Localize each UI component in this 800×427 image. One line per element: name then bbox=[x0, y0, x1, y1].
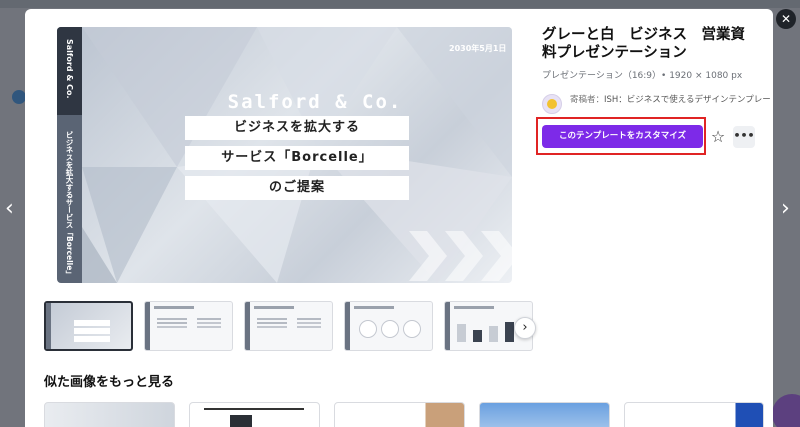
page-thumbnails bbox=[44, 301, 544, 353]
chevron-decoration bbox=[409, 231, 512, 281]
previous-template-icon[interactable]: ‹ bbox=[5, 198, 14, 220]
thumbnail-strip bbox=[345, 302, 350, 350]
template-title: グレーと白 ビジネス 営業資料プレゼンテーション bbox=[542, 27, 745, 61]
author-label: 寄稿者： bbox=[570, 95, 605, 105]
thumbnail-line bbox=[74, 328, 110, 334]
thumbnail-strip bbox=[46, 303, 51, 349]
thumbnail-header bbox=[154, 306, 194, 309]
thumbnail-text bbox=[197, 318, 221, 320]
thumbnail-line bbox=[74, 336, 110, 342]
thumbnail-bar bbox=[457, 324, 466, 342]
similar-template-card[interactable] bbox=[624, 402, 764, 427]
more-options-icon[interactable]: ••• bbox=[733, 126, 755, 148]
thumbnail-strip bbox=[445, 302, 450, 350]
thumbnail-text bbox=[157, 318, 187, 320]
thumbnail-circle bbox=[381, 320, 399, 338]
slide-date: 2030年5月1日 bbox=[449, 44, 507, 53]
thumbnail-bar bbox=[473, 330, 482, 342]
thumbnail-header bbox=[254, 306, 294, 309]
similar-card-block bbox=[230, 415, 252, 427]
star-icon[interactable]: ☆ bbox=[707, 126, 729, 148]
thumbnail-text bbox=[297, 318, 321, 320]
highlight-box bbox=[536, 117, 706, 155]
author-avatar[interactable] bbox=[542, 94, 562, 114]
similar-template-card[interactable] bbox=[479, 402, 610, 427]
author-row[interactable]: 寄稿者：ISH：ビジネスで使えるデザインテンプレート bbox=[542, 91, 773, 115]
thumbnail-page-1[interactable] bbox=[44, 301, 133, 351]
similar-section-title: 似た画像をもっと見る bbox=[44, 375, 175, 390]
similar-template-card[interactable] bbox=[334, 402, 465, 427]
thumbnail-circle bbox=[403, 320, 421, 338]
slide-vertical-subtitle: ビジネスを拡大するサービス「Borcelle」 bbox=[65, 131, 74, 278]
template-meta: プレゼンテーション（16:9）• 1920 × 1080 px bbox=[542, 71, 743, 81]
next-template-icon[interactable]: › bbox=[781, 198, 790, 220]
thumbnail-strip bbox=[245, 302, 250, 350]
thumbnail-header bbox=[354, 306, 394, 309]
thumbnail-strip bbox=[145, 302, 150, 350]
template-modal: Salford & Co. ビジネスを拡大するサービス「Borcelle」 20… bbox=[25, 9, 773, 427]
thumbnail-page-2[interactable] bbox=[144, 301, 233, 351]
thumbnail-line bbox=[74, 320, 110, 326]
thumbnail-bar bbox=[489, 326, 498, 342]
slide-title-line-2: サービス「Borcelle」 bbox=[185, 146, 409, 170]
thumbnail-page-3[interactable] bbox=[244, 301, 333, 351]
thumbnail-page-4[interactable] bbox=[344, 301, 433, 351]
slide-title-line-3: のご提案 bbox=[185, 176, 409, 200]
slide-preview: Salford & Co. ビジネスを拡大するサービス「Borcelle」 20… bbox=[57, 27, 512, 283]
slide-vertical-company: Salford & Co. bbox=[65, 39, 74, 99]
slide-title-line-1: ビジネスを拡大する bbox=[185, 116, 409, 140]
slide-company-name: Salford & Co. bbox=[227, 91, 403, 113]
slide-side-strip: Salford & Co. ビジネスを拡大するサービス「Borcelle」 bbox=[57, 27, 82, 283]
similar-template-card[interactable] bbox=[44, 402, 175, 427]
thumbnail-text bbox=[257, 318, 287, 320]
similar-card-rule bbox=[204, 408, 304, 410]
thumbnails-next-icon[interactable]: › bbox=[514, 317, 536, 339]
similar-template-card[interactable] bbox=[189, 402, 320, 427]
thumbnail-header bbox=[454, 306, 494, 309]
thumbnail-circle bbox=[359, 320, 377, 338]
close-icon[interactable]: ✕ bbox=[776, 9, 796, 29]
author-name[interactable]: ISH：ビジネスで使えるデザインテンプレート bbox=[604, 95, 773, 105]
thumbnail-bar bbox=[505, 322, 514, 342]
author-text[interactable]: 寄稿者：ISH：ビジネスで使えるデザインテンプレート bbox=[570, 93, 773, 105]
